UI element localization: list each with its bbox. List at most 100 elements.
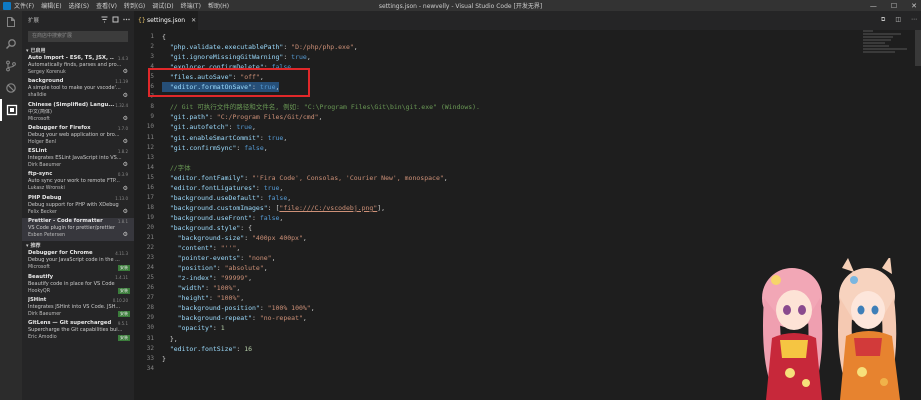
- vertical-scrollbar[interactable]: [915, 30, 921, 66]
- installed-extension-item[interactable]: Chinese (Simplified) Langu... 1.32.4 中文(简体…: [22, 102, 134, 125]
- recommended-extension-item[interactable]: Debugger for Chrome 4.11.3 Debug your Java…: [22, 250, 134, 273]
- minimap[interactable]: [863, 30, 915, 70]
- extension-name: PHP Debug: [28, 194, 62, 201]
- menu-item-7[interactable]: 帮助(H): [208, 1, 229, 10]
- code-line[interactable]: 13: [134, 153, 921, 163]
- code-text: "background.style": {: [169, 223, 253, 232]
- split-editor-icon[interactable]: ◫: [895, 16, 901, 24]
- installed-extension-item[interactable]: Auto Import - ES6, TS, JSX, ... 1.4.3 Auto…: [22, 55, 134, 78]
- line-number: 8: [150, 103, 154, 111]
- installed-extension-item[interactable]: ESLint 1.8.2 Integrates ESLint JavaScript …: [22, 148, 134, 171]
- extensions-search-input[interactable]: 在商店中搜索扩展: [28, 31, 128, 42]
- code-text: {: [162, 33, 166, 41]
- code-line[interactable]: 15 "editor.fontFamily": "'Fira Code', Co…: [134, 173, 921, 183]
- gear-icon[interactable]: ⚙: [123, 92, 128, 99]
- code-line[interactable]: 12 "git.confirmSync": false,: [134, 143, 921, 153]
- extension-version: 1.7.0: [117, 125, 128, 131]
- line-number: 23: [146, 254, 154, 262]
- extension-author: Esben Petersen: [28, 233, 66, 239]
- code-line[interactable]: 21 "background-size": "400px 400px",: [134, 233, 921, 243]
- code-line[interactable]: 20 "background.style": {: [134, 223, 921, 233]
- code-line[interactable]: 9 "git.path": "C:/Program Files/Git/cmd"…: [134, 112, 921, 122]
- extension-author: Microsoft: [28, 265, 50, 271]
- menu-item-3[interactable]: 查看(V): [96, 1, 117, 10]
- code-line[interactable]: 8 // Git 可执行文件的路径和文件名, 例如: "C:\Program F…: [134, 102, 921, 112]
- extension-name: Debugger for Chrome: [28, 250, 93, 257]
- code-line[interactable]: 17 "background.useDefault": false,: [134, 193, 921, 203]
- code-line[interactable]: 11 "git.enableSmartCommit": true,: [134, 133, 921, 143]
- code-text: //字体: [169, 163, 191, 172]
- clear-icon[interactable]: [112, 16, 119, 23]
- installed-extension-item[interactable]: Prettier - Code formatter 1.8.1 VS Code pl…: [22, 218, 134, 242]
- recommended-section-label: 推荐: [30, 243, 41, 250]
- filter-icon[interactable]: [101, 16, 108, 23]
- install-button[interactable]: 安装: [118, 287, 130, 294]
- search-button[interactable]: [0, 33, 22, 55]
- recommended-extension-item[interactable]: GitLens — Git supercharged 9.5.1 Superchar…: [22, 320, 134, 343]
- gear-icon[interactable]: ⚙: [123, 161, 128, 168]
- more-actions-icon[interactable]: ⋯: [911, 16, 917, 24]
- minimize-button[interactable]: —: [870, 2, 877, 10]
- installed-section-label: 已启用: [30, 48, 46, 54]
- tab-settings-json[interactable]: {} settings.json ✕: [134, 11, 198, 30]
- recommended-extension-item[interactable]: JSHint 0.10.20 Integrates JSHint into VS C…: [22, 297, 134, 320]
- menu-item-0[interactable]: 文件(F): [14, 1, 34, 10]
- extensions-button[interactable]: [0, 99, 22, 121]
- extension-name: Chinese (Simplified) Langu...: [28, 101, 114, 108]
- code-line[interactable]: 19 "background.useFront": false,: [134, 213, 921, 223]
- extension-author: Microsoft: [28, 116, 50, 122]
- extension-version: 1.13.0: [115, 195, 128, 201]
- code-line[interactable]: 10 "git.autofetch": true,: [134, 122, 921, 132]
- code-line[interactable]: 3 "git.ignoreMissingGitWarning": true,: [134, 52, 921, 62]
- gear-icon[interactable]: ⚙: [123, 115, 128, 122]
- line-number: 27: [146, 294, 154, 302]
- more-actions-icon[interactable]: [123, 16, 130, 23]
- installed-section-header[interactable]: ▾ 已启用: [22, 46, 134, 55]
- menu-item-4[interactable]: 转到(G): [124, 1, 145, 10]
- code-line[interactable]: 1{: [134, 32, 921, 42]
- debug-button[interactable]: [0, 77, 22, 99]
- explorer-button[interactable]: [0, 11, 22, 33]
- open-preview-icon[interactable]: ⧉: [881, 16, 885, 24]
- code-line[interactable]: 18 "background.customImages": ["file:///…: [134, 203, 921, 213]
- installed-extension-item[interactable]: Debugger for Firefox 1.7.0 Debug your web …: [22, 125, 134, 148]
- extension-version: 1.8.2: [117, 149, 128, 155]
- gear-icon[interactable]: ⚙: [123, 231, 128, 238]
- gear-icon[interactable]: ⚙: [123, 68, 128, 75]
- close-tab-icon[interactable]: ✕: [191, 17, 196, 24]
- code-text: "z-index": "99999",: [177, 274, 253, 283]
- maximize-button[interactable]: ☐: [891, 2, 897, 10]
- code-line[interactable]: 22 "content": "''",: [134, 243, 921, 253]
- installed-extension-item[interactable]: ftp-sync 0.3.9 Auto sync your work to remo…: [22, 171, 134, 194]
- menu-item-5[interactable]: 调试(D): [152, 1, 173, 10]
- code-text: "opacity": 1: [177, 324, 225, 333]
- gear-icon[interactable]: ⚙: [123, 185, 128, 192]
- recommended-extension-item[interactable]: Beautify 1.4.11 Beautify code in place for…: [22, 274, 134, 297]
- code-line[interactable]: 14 //字体: [134, 163, 921, 173]
- installed-extension-item[interactable]: background 1.1.19 A simple tool to make yo…: [22, 78, 134, 101]
- extension-version: 4.11.3: [115, 251, 128, 257]
- install-button[interactable]: 安装: [118, 334, 130, 341]
- line-number: 20: [146, 223, 154, 231]
- code-text: "pointer-events": "none",: [177, 254, 276, 263]
- menu-item-6[interactable]: 终端(T): [181, 1, 201, 10]
- installed-extension-item[interactable]: PHP Debug 1.13.0 Debug support for PHP wit…: [22, 195, 134, 218]
- recommended-section-header[interactable]: ▾ 推荐: [22, 241, 134, 250]
- extension-version: 1.1.19: [115, 79, 128, 85]
- code-line[interactable]: 16 "editor.fontLigatures": true,: [134, 183, 921, 193]
- install-button[interactable]: 安装: [118, 264, 130, 271]
- gear-icon[interactable]: ⚙: [123, 208, 128, 215]
- extension-name: JSHint: [28, 296, 47, 303]
- extension-version: 1.8.1: [117, 219, 128, 225]
- code-line[interactable]: 2 "php.validate.executablePath": "D:/php…: [134, 42, 921, 52]
- code-text: "position": "absolute",: [177, 264, 268, 273]
- code-text: }: [162, 354, 166, 363]
- menu-item-1[interactable]: 编辑(E): [41, 1, 61, 10]
- gear-icon[interactable]: ⚙: [123, 138, 128, 145]
- extension-description: 中文(简体): [28, 108, 52, 115]
- install-button[interactable]: 安装: [118, 311, 130, 318]
- menu-item-2[interactable]: 选择(S): [69, 1, 90, 10]
- close-button[interactable]: ✕: [911, 2, 917, 10]
- code-text: "git.path": "C:/Program Files/Git/cmd",: [169, 113, 323, 122]
- source-control-button[interactable]: [0, 55, 22, 77]
